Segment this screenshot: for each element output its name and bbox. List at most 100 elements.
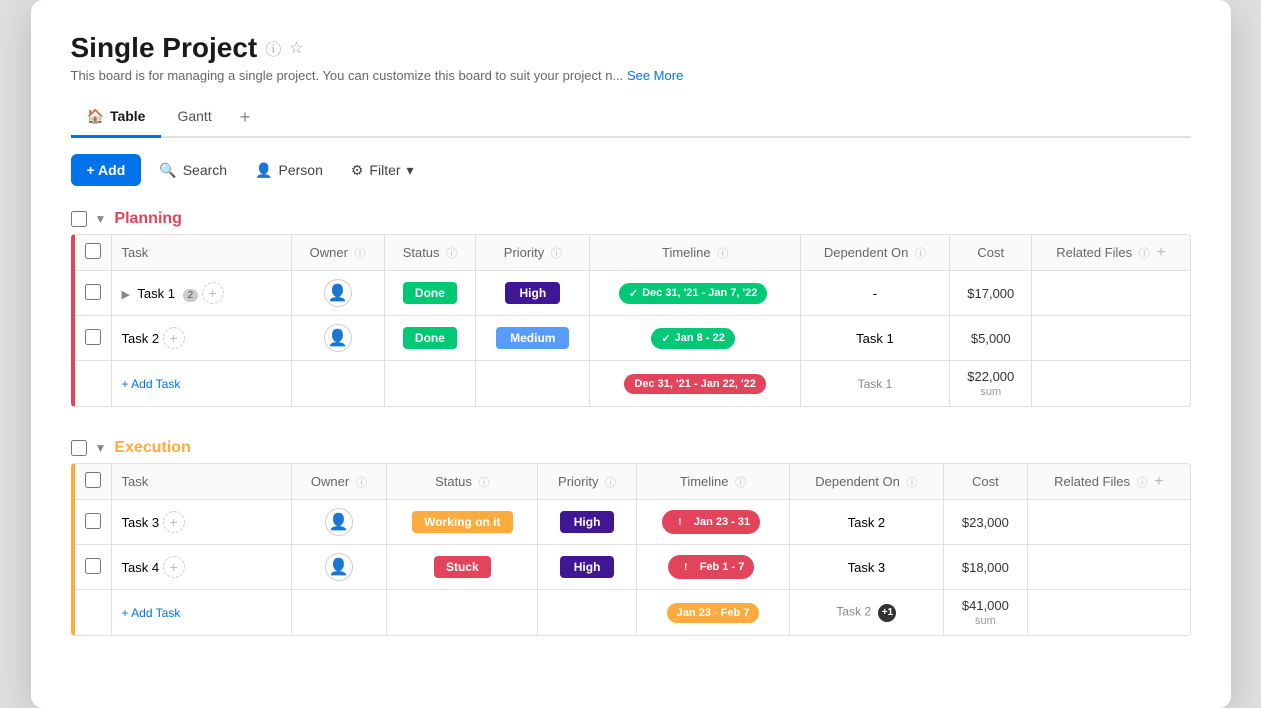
task-name: Task 1 [137, 286, 175, 301]
timeline-cell: ✓ Jan 8 - 22 [590, 316, 800, 361]
dependent-cell: Task 2 [790, 500, 943, 545]
exclaim-icon: ! [672, 514, 688, 530]
status-badge: Working on it [412, 511, 512, 533]
add-person-button[interactable]: + [163, 327, 185, 349]
filter-button[interactable]: ⚙ Filter ▾ [341, 156, 424, 185]
sum-cost-cell: $22,000 sum [950, 361, 1032, 407]
sum-dependent-cell: Task 1 [800, 361, 949, 407]
owner-cell: 👤 [291, 545, 387, 590]
table-row: Task 4 + 👤 Stuck High [75, 545, 1190, 590]
priority-badge: High [560, 556, 615, 578]
person-icon: 👤 [255, 162, 272, 179]
execution-table-container: Task Owner ⓘ Status ⓘ Priority ⓘ Timelin… [71, 463, 1191, 636]
subtask-count-badge: 2 [183, 289, 199, 302]
search-button[interactable]: 🔍 Search [149, 156, 237, 185]
table-row: Task 3 + 👤 Working on it High [75, 500, 1190, 545]
planning-col-timeline: Timeline ⓘ [590, 235, 800, 271]
related-files-cell [1032, 316, 1190, 361]
row-checkbox[interactable] [85, 284, 101, 300]
main-window: Single Project ⓘ ☆ This board is for man… [31, 0, 1231, 708]
priority-cell[interactable]: High [476, 271, 590, 316]
table-row: Task 2 + 👤 Done Medium [75, 316, 1190, 361]
priority-badge: Medium [496, 327, 569, 349]
execution-select-all[interactable] [85, 472, 101, 488]
priority-cell[interactable]: Medium [476, 316, 590, 361]
status-cell[interactable]: Working on it [387, 500, 538, 545]
execution-col-cost: Cost [943, 464, 1028, 500]
tab-gantt[interactable]: Gantt [161, 100, 227, 137]
star-icon[interactable]: ☆ [289, 38, 303, 58]
row-checkbox[interactable] [85, 558, 101, 574]
expand-icon[interactable]: ▶ [122, 289, 130, 301]
section-execution-title: Execution [114, 439, 190, 457]
section-execution: ▼ Execution Task Owner ⓘ Status ⓘ Priori… [71, 439, 1191, 636]
execution-col-priority: Priority ⓘ [538, 464, 636, 500]
section-planning-checkbox[interactable] [71, 211, 87, 227]
add-button[interactable]: + Add [71, 154, 142, 186]
planning-select-all[interactable] [85, 243, 101, 259]
see-more-link[interactable]: See More [627, 68, 683, 83]
planning-col-owner: Owner ⓘ [291, 235, 384, 271]
sum-cost-value: $22,000 [967, 369, 1014, 384]
status-cell[interactable]: Stuck [387, 545, 538, 590]
section-planning-header: ▼ Planning [71, 210, 1191, 228]
dependent-cell: - [800, 271, 949, 316]
home-icon: 🏠 [87, 108, 104, 125]
row-checkbox[interactable] [85, 513, 101, 529]
avatar: 👤 [325, 508, 353, 536]
execution-col-task: Task [111, 464, 291, 500]
cost-cell: $5,000 [950, 316, 1032, 361]
priority-badge: High [560, 511, 615, 533]
cost-cell: $23,000 [943, 500, 1028, 545]
cost-value: $23,000 [962, 515, 1009, 530]
add-person-button[interactable]: + [163, 511, 185, 533]
planning-col-priority: Priority ⓘ [476, 235, 590, 271]
task-name: Task 2 [122, 331, 160, 346]
task-name-cell: ▶ Task 1 2 + [111, 271, 291, 316]
section-planning-chevron[interactable]: ▼ [95, 212, 107, 226]
toolbar: + Add 🔍 Search 👤 Person ⚙ Filter ▾ [71, 154, 1191, 186]
cost-cell: $18,000 [943, 545, 1028, 590]
dependent-cell: Task 1 [800, 316, 949, 361]
owner-cell: 👤 [291, 271, 384, 316]
related-files-cell [1028, 545, 1190, 590]
related-files-cell [1032, 271, 1190, 316]
add-task-label[interactable]: + Add Task [122, 606, 181, 620]
tabs-row: 🏠 Table Gantt + [71, 99, 1191, 138]
notification-badge: +1 [878, 604, 896, 622]
dependent-cell: Task 3 [790, 545, 943, 590]
planning-col-dependent: Dependent On ⓘ [800, 235, 949, 271]
priority-cell[interactable]: High [538, 545, 636, 590]
sum-cost-value: $41,000 [962, 598, 1009, 613]
filter-icon: ⚙ [351, 162, 364, 179]
add-task-cell[interactable]: + Add Task [111, 590, 291, 636]
status-cell[interactable]: Done [384, 316, 475, 361]
status-cell[interactable]: Done [384, 271, 475, 316]
section-execution-chevron[interactable]: ▼ [95, 441, 107, 455]
tab-add-button[interactable]: + [228, 99, 263, 136]
sum-row: + Add Task Jan 23 - Feb 7 Task 2 +1 [75, 590, 1190, 636]
section-execution-checkbox[interactable] [71, 440, 87, 456]
section-planning: ▼ Planning Task Owner ⓘ Status ⓘ Priorit… [71, 210, 1191, 407]
avatar: 👤 [324, 279, 352, 307]
execution-col-related: Related Files ⓘ + [1028, 464, 1190, 500]
tab-table[interactable]: 🏠 Table [71, 100, 162, 138]
table-row: ▶ Task 1 2 + 👤 Done High [75, 271, 1190, 316]
add-person-button[interactable]: + [202, 282, 224, 304]
info-icon[interactable]: ⓘ [265, 36, 281, 60]
execution-col-owner: Owner ⓘ [291, 464, 387, 500]
person-button[interactable]: 👤 Person [245, 156, 333, 185]
section-planning-title: Planning [114, 210, 182, 228]
priority-cell[interactable]: High [538, 500, 636, 545]
add-task-label[interactable]: + Add Task [122, 377, 181, 391]
planning-col-status: Status ⓘ [384, 235, 475, 271]
add-task-cell[interactable]: + Add Task [111, 361, 291, 407]
cost-cell: $17,000 [950, 271, 1032, 316]
cost-value: $5,000 [971, 331, 1011, 346]
sum-row: + Add Task Dec 31, '21 - Jan 22, '22 Tas… [75, 361, 1190, 407]
priority-badge: High [505, 282, 560, 304]
add-person-button[interactable]: + [163, 556, 185, 578]
sum-timeline-badge: Dec 31, '21 - Jan 22, '22 [624, 374, 765, 394]
planning-col-task: Task [111, 235, 291, 271]
row-checkbox[interactable] [85, 329, 101, 345]
